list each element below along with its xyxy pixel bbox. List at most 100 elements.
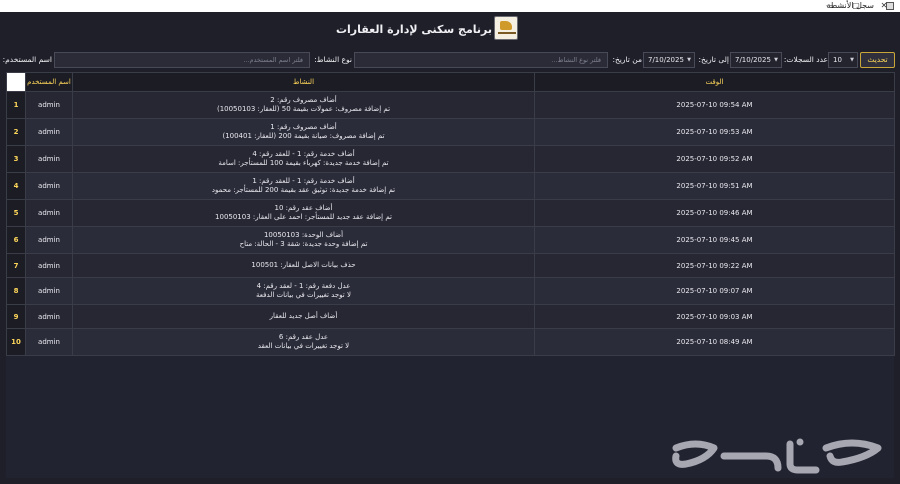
- row-activity: أضاف أصل جديد للعقار: [72, 304, 535, 329]
- row-time: 2025-07-10 09:45 AM: [534, 226, 895, 254]
- logo-text-bar: [498, 32, 516, 34]
- row-user: admin: [25, 277, 73, 305]
- column-header-time[interactable]: الوقت: [534, 72, 895, 92]
- table-corner-cell[interactable]: [6, 72, 26, 92]
- table-header-row: اسم المستخدم النشاط الوقت: [6, 72, 895, 92]
- app-logo-icon: [494, 16, 518, 40]
- to-date-label: إلى تاريخ:: [698, 55, 729, 64]
- records-count-select[interactable]: 10 ▼: [828, 52, 858, 68]
- activity-title: أضاف خدمة رقم: 1 - للعقد رقم: 1: [252, 177, 355, 185]
- row-number: 2: [6, 118, 26, 146]
- row-time: 2025-07-10 09:07 AM: [534, 277, 895, 305]
- row-time: 2025-07-10 09:53 AM: [534, 118, 895, 146]
- maximize-button[interactable]: ▢: [846, 0, 866, 12]
- logo-mark: [500, 21, 512, 30]
- row-time: 2025-07-10 09:54 AM: [534, 91, 895, 119]
- row-number: 1: [6, 91, 26, 119]
- chevron-down-icon: ▼: [850, 57, 854, 63]
- column-header-activity[interactable]: النشاط: [72, 72, 535, 92]
- row-user: admin: [25, 328, 73, 356]
- table-row[interactable]: 3 admin أضاف خدمة رقم: 1 - للعقد رقم: 4ت…: [6, 145, 895, 173]
- activity-title: عدل عقد رقم: 6: [278, 333, 329, 341]
- activity-title: حذف بيانات الاصل للعقار: 100501: [251, 261, 356, 269]
- table-row[interactable]: 2 admin أضاف مصروف رقم: 1 تم إضافة مصروف:…: [6, 118, 895, 146]
- row-time: 2025-07-10 09:51 AM: [534, 172, 895, 200]
- row-time: 2025-07-10 09:52 AM: [534, 145, 895, 173]
- activity-type-input[interactable]: [354, 52, 608, 68]
- username-label: اسم المستخدم:: [2, 55, 52, 64]
- row-activity: أضاف خدمة رقم: 1 - للعقد رقم: 1 تم إضافة …: [72, 172, 535, 200]
- row-number: 8: [6, 277, 26, 305]
- row-time: 2025-07-10 09:03 AM: [534, 304, 895, 329]
- row-number: 3: [6, 145, 26, 173]
- row-activity: أضاف مصروف رقم: 1 تم إضافة مصروف: صيانة ب…: [72, 118, 535, 146]
- haraj-watermark-logo: [672, 438, 882, 474]
- row-time: 2025-07-10 08:49 AM: [534, 328, 895, 356]
- row-number: 6: [6, 226, 26, 254]
- app-header: برنامج سكنى لإدارة العقارات: [0, 12, 900, 48]
- page-title: برنامج سكنى لإدارة العقارات: [335, 23, 492, 36]
- activity-type-label: نوع النشاط:: [314, 55, 352, 64]
- refresh-button[interactable]: تحديث: [860, 52, 895, 68]
- row-number: 4: [6, 172, 26, 200]
- row-user: admin: [25, 145, 73, 173]
- activity-detail: تم إضافة مصروف: عمولات بقيمة 50 (للعقار:…: [216, 105, 391, 113]
- records-count-label: عدد السجلات:: [783, 55, 828, 64]
- close-button[interactable]: ✕: [874, 0, 894, 12]
- activity-title: أضاف مصروف رقم: 2: [270, 96, 337, 104]
- window-titlebar: سجل الأنشطة — ▢ ✕: [0, 0, 900, 12]
- row-user: admin: [25, 304, 73, 329]
- table-row[interactable]: 4 admin أضاف خدمة رقم: 1 - للعقد رقم: 1ت…: [6, 172, 895, 200]
- row-number: 10: [6, 328, 26, 356]
- activity-detail: لا توجد تغييرات في بيانات العقد: [257, 342, 350, 350]
- table-row[interactable]: 1 admin أضاف مصروف رقم: 2 تم إضافة مصروف:…: [6, 91, 895, 119]
- activity-title: أضاف عقد رقم: 10: [274, 204, 333, 212]
- row-activity: حذف بيانات الاصل للعقار: 100501: [72, 253, 535, 278]
- chevron-down-icon: ▼: [774, 57, 778, 63]
- activity-detail: لا توجد تغييرات في بيانات الدفعة: [256, 291, 351, 299]
- row-activity: أضاف عقد رقم: 10 تم إضافة عقد جديد للمستأ…: [72, 199, 535, 227]
- activity-detail: تم إضافة مصروف: صيانة بقيمة 200 (للعقار:…: [222, 132, 385, 140]
- activity-detail: تم إضافة عقد جديد للمستأجر: احمد على الع…: [215, 213, 392, 221]
- table-row[interactable]: 9 admin أضاف أصل جديد للعقار 2025-07-10 …: [6, 304, 895, 329]
- table-row[interactable]: 8 admin عدل دفعة رقم: 1 - لعقد رقم: 4 لا …: [6, 277, 895, 305]
- from-date-value: 7/10/2025: [648, 56, 684, 64]
- records-count-value: 10: [833, 56, 842, 64]
- table-row[interactable]: 10 admin عدل عقد رقم: 6 لا توجد تغييرات ف…: [6, 328, 895, 356]
- to-date-picker[interactable]: 7/10/2025 ▼: [730, 52, 782, 68]
- row-activity: أضاف خدمة رقم: 1 - للعقد رقم: 4 تم إضافة …: [72, 145, 535, 173]
- row-number: 9: [6, 304, 26, 329]
- row-time: 2025-07-10 09:46 AM: [534, 199, 895, 227]
- row-user: admin: [25, 172, 73, 200]
- activity-detail: تم إضافة وحدة جديدة: شقة 3 - الحالة: متا…: [239, 240, 368, 248]
- table-row[interactable]: 7 admin حذف بيانات الاصل للعقار: 100501 …: [6, 253, 895, 278]
- row-user: admin: [25, 91, 73, 119]
- table-row[interactable]: 6 admin أضاف الوحدة: 10050103 تم إضافة وح…: [6, 226, 895, 254]
- chevron-down-icon: ▼: [687, 57, 691, 63]
- row-number: 5: [6, 199, 26, 227]
- row-activity: عدل دفعة رقم: 1 - لعقد رقم: 4 لا توجد تغي…: [72, 277, 535, 305]
- filter-bar: تحديث 10 ▼ عدد السجلات: 7/10/2025 ▼ إلى …: [0, 48, 900, 72]
- from-date-picker[interactable]: 7/10/2025 ▼: [643, 52, 695, 68]
- activity-log-table: اسم المستخدم النشاط الوقت 1 admin أضاف م…: [6, 72, 895, 478]
- to-date-value: 7/10/2025: [735, 56, 771, 64]
- column-header-user[interactable]: اسم المستخدم: [25, 72, 73, 92]
- row-user: admin: [25, 199, 73, 227]
- minimize-button[interactable]: —: [820, 0, 840, 12]
- activity-detail: تم إضافة خدمة جديدة: كهرباء بقيمة 100 لل…: [218, 159, 389, 167]
- row-time: 2025-07-10 09:22 AM: [534, 253, 895, 278]
- row-user: admin: [25, 253, 73, 278]
- activity-detail: تم إضافة خدمة جديدة: توثيق عقد بقيمة 200…: [211, 186, 396, 194]
- row-activity: أضاف الوحدة: 10050103 تم إضافة وحدة جديدة…: [72, 226, 535, 254]
- activity-title: عدل دفعة رقم: 1 - لعقد رقم: 4: [256, 282, 351, 290]
- row-user: admin: [25, 118, 73, 146]
- row-activity: عدل عقد رقم: 6 لا توجد تغييرات في بيانات …: [72, 328, 535, 356]
- table-row[interactable]: 5 admin أضاف عقد رقم: 10 تم إضافة عقد جدي…: [6, 199, 895, 227]
- row-user: admin: [25, 226, 73, 254]
- row-activity: أضاف مصروف رقم: 2 تم إضافة مصروف: عمولات …: [72, 91, 535, 119]
- activity-title: أضاف خدمة رقم: 1 - للعقد رقم: 4: [252, 150, 355, 158]
- activity-title: أضاف الوحدة: 10050103: [263, 231, 344, 239]
- activity-title: أضاف أصل جديد للعقار: [269, 312, 338, 320]
- activity-title: أضاف مصروف رقم: 1: [270, 123, 337, 131]
- username-input[interactable]: [54, 52, 310, 68]
